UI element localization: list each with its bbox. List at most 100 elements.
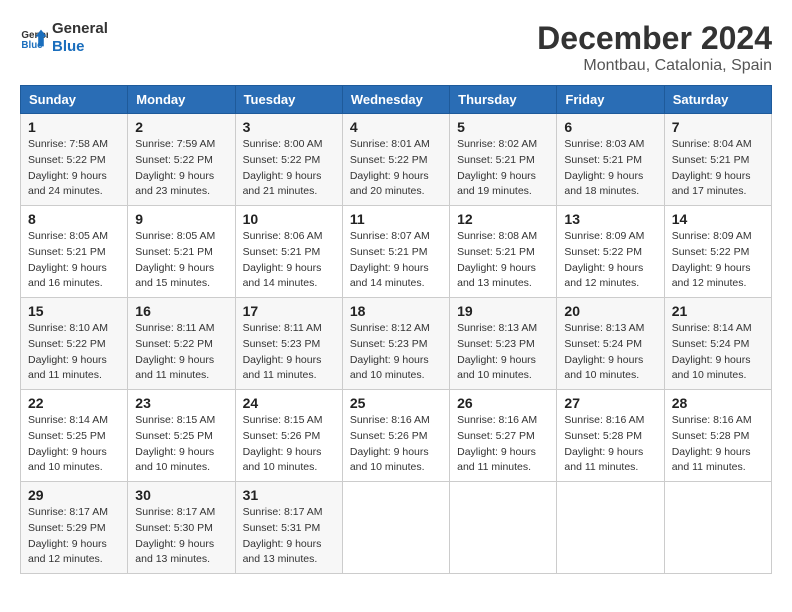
day-info: Sunrise: 8:16 AMSunset: 5:26 PMDaylight:… xyxy=(350,414,430,473)
day-info: Sunrise: 8:05 AMSunset: 5:21 PMDaylight:… xyxy=(135,230,215,289)
header: General Blue General Blue December 2024 … xyxy=(20,20,772,75)
col-thursday: Thursday xyxy=(450,86,557,114)
day-number: 23 xyxy=(135,395,227,411)
table-row: 11 Sunrise: 8:07 AMSunset: 5:21 PMDaylig… xyxy=(342,206,449,298)
table-row: 18 Sunrise: 8:12 AMSunset: 5:23 PMDaylig… xyxy=(342,298,449,390)
day-number: 7 xyxy=(672,119,764,135)
logo-icon: General Blue xyxy=(20,24,48,52)
day-info: Sunrise: 8:11 AMSunset: 5:23 PMDaylight:… xyxy=(243,322,322,381)
table-row: 15 Sunrise: 8:10 AMSunset: 5:22 PMDaylig… xyxy=(21,298,128,390)
col-friday: Friday xyxy=(557,86,664,114)
table-row: 1 Sunrise: 7:58 AMSunset: 5:22 PMDayligh… xyxy=(21,114,128,206)
table-row: 21 Sunrise: 8:14 AMSunset: 5:24 PMDaylig… xyxy=(664,298,771,390)
table-row: 23 Sunrise: 8:15 AMSunset: 5:25 PMDaylig… xyxy=(128,390,235,482)
day-number: 14 xyxy=(672,211,764,227)
table-row: 2 Sunrise: 7:59 AMSunset: 5:22 PMDayligh… xyxy=(128,114,235,206)
table-row: 6 Sunrise: 8:03 AMSunset: 5:21 PMDayligh… xyxy=(557,114,664,206)
table-row: 19 Sunrise: 8:13 AMSunset: 5:23 PMDaylig… xyxy=(450,298,557,390)
logo-line2: Blue xyxy=(52,38,108,56)
day-number: 10 xyxy=(243,211,335,227)
day-number: 16 xyxy=(135,303,227,319)
day-info: Sunrise: 8:06 AMSunset: 5:21 PMDaylight:… xyxy=(243,230,323,289)
day-info: Sunrise: 8:00 AMSunset: 5:22 PMDaylight:… xyxy=(243,138,323,197)
logo-line1: General xyxy=(52,20,108,38)
day-info: Sunrise: 8:09 AMSunset: 5:22 PMDaylight:… xyxy=(564,230,644,289)
day-info: Sunrise: 8:01 AMSunset: 5:22 PMDaylight:… xyxy=(350,138,430,197)
day-number: 24 xyxy=(243,395,335,411)
day-number: 12 xyxy=(457,211,549,227)
day-number: 8 xyxy=(28,211,120,227)
col-wednesday: Wednesday xyxy=(342,86,449,114)
day-info: Sunrise: 8:07 AMSunset: 5:21 PMDaylight:… xyxy=(350,230,430,289)
day-number: 3 xyxy=(243,119,335,135)
table-row xyxy=(342,482,449,574)
day-number: 18 xyxy=(350,303,442,319)
title-area: December 2024 Montbau, Catalonia, Spain xyxy=(537,20,772,75)
calendar-week-3: 15 Sunrise: 8:10 AMSunset: 5:22 PMDaylig… xyxy=(21,298,772,390)
col-sunday: Sunday xyxy=(21,86,128,114)
day-info: Sunrise: 8:11 AMSunset: 5:22 PMDaylight:… xyxy=(135,322,214,381)
day-number: 26 xyxy=(457,395,549,411)
table-row: 5 Sunrise: 8:02 AMSunset: 5:21 PMDayligh… xyxy=(450,114,557,206)
table-row: 14 Sunrise: 8:09 AMSunset: 5:22 PMDaylig… xyxy=(664,206,771,298)
table-row: 10 Sunrise: 8:06 AMSunset: 5:21 PMDaylig… xyxy=(235,206,342,298)
table-row: 17 Sunrise: 8:11 AMSunset: 5:23 PMDaylig… xyxy=(235,298,342,390)
day-number: 31 xyxy=(243,487,335,503)
table-row: 31 Sunrise: 8:17 AMSunset: 5:31 PMDaylig… xyxy=(235,482,342,574)
day-info: Sunrise: 8:17 AMSunset: 5:31 PMDaylight:… xyxy=(243,506,323,565)
day-info: Sunrise: 8:03 AMSunset: 5:21 PMDaylight:… xyxy=(564,138,644,197)
table-row: 7 Sunrise: 8:04 AMSunset: 5:21 PMDayligh… xyxy=(664,114,771,206)
table-row: 22 Sunrise: 8:14 AMSunset: 5:25 PMDaylig… xyxy=(21,390,128,482)
table-row: 27 Sunrise: 8:16 AMSunset: 5:28 PMDaylig… xyxy=(557,390,664,482)
table-row: 16 Sunrise: 8:11 AMSunset: 5:22 PMDaylig… xyxy=(128,298,235,390)
table-row: 8 Sunrise: 8:05 AMSunset: 5:21 PMDayligh… xyxy=(21,206,128,298)
day-number: 22 xyxy=(28,395,120,411)
day-info: Sunrise: 8:16 AMSunset: 5:28 PMDaylight:… xyxy=(564,414,644,473)
col-saturday: Saturday xyxy=(664,86,771,114)
table-row: 13 Sunrise: 8:09 AMSunset: 5:22 PMDaylig… xyxy=(557,206,664,298)
day-info: Sunrise: 8:15 AMSunset: 5:25 PMDaylight:… xyxy=(135,414,215,473)
day-number: 9 xyxy=(135,211,227,227)
table-row: 20 Sunrise: 8:13 AMSunset: 5:24 PMDaylig… xyxy=(557,298,664,390)
table-row xyxy=(557,482,664,574)
table-row xyxy=(664,482,771,574)
day-info: Sunrise: 8:15 AMSunset: 5:26 PMDaylight:… xyxy=(243,414,323,473)
calendar-week-5: 29 Sunrise: 8:17 AMSunset: 5:29 PMDaylig… xyxy=(21,482,772,574)
table-row xyxy=(450,482,557,574)
day-number: 17 xyxy=(243,303,335,319)
table-row: 26 Sunrise: 8:16 AMSunset: 5:27 PMDaylig… xyxy=(450,390,557,482)
day-info: Sunrise: 7:58 AMSunset: 5:22 PMDaylight:… xyxy=(28,138,108,197)
day-number: 19 xyxy=(457,303,549,319)
table-row: 24 Sunrise: 8:15 AMSunset: 5:26 PMDaylig… xyxy=(235,390,342,482)
day-number: 21 xyxy=(672,303,764,319)
day-number: 4 xyxy=(350,119,442,135)
table-row: 28 Sunrise: 8:16 AMSunset: 5:28 PMDaylig… xyxy=(664,390,771,482)
day-info: Sunrise: 8:13 AMSunset: 5:23 PMDaylight:… xyxy=(457,322,537,381)
day-number: 2 xyxy=(135,119,227,135)
day-number: 13 xyxy=(564,211,656,227)
day-info: Sunrise: 8:05 AMSunset: 5:21 PMDaylight:… xyxy=(28,230,108,289)
day-number: 1 xyxy=(28,119,120,135)
day-number: 29 xyxy=(28,487,120,503)
day-number: 5 xyxy=(457,119,549,135)
table-row: 30 Sunrise: 8:17 AMSunset: 5:30 PMDaylig… xyxy=(128,482,235,574)
day-info: Sunrise: 8:04 AMSunset: 5:21 PMDaylight:… xyxy=(672,138,752,197)
calendar-week-1: 1 Sunrise: 7:58 AMSunset: 5:22 PMDayligh… xyxy=(21,114,772,206)
day-info: Sunrise: 8:12 AMSunset: 5:23 PMDaylight:… xyxy=(350,322,430,381)
table-row: 3 Sunrise: 8:00 AMSunset: 5:22 PMDayligh… xyxy=(235,114,342,206)
header-row: Sunday Monday Tuesday Wednesday Thursday… xyxy=(21,86,772,114)
table-row: 12 Sunrise: 8:08 AMSunset: 5:21 PMDaylig… xyxy=(450,206,557,298)
table-row: 9 Sunrise: 8:05 AMSunset: 5:21 PMDayligh… xyxy=(128,206,235,298)
page-subtitle: Montbau, Catalonia, Spain xyxy=(537,57,772,75)
day-info: Sunrise: 8:17 AMSunset: 5:30 PMDaylight:… xyxy=(135,506,215,565)
day-number: 6 xyxy=(564,119,656,135)
day-info: Sunrise: 8:14 AMSunset: 5:25 PMDaylight:… xyxy=(28,414,108,473)
page-title: December 2024 xyxy=(537,20,772,57)
table-row: 29 Sunrise: 8:17 AMSunset: 5:29 PMDaylig… xyxy=(21,482,128,574)
day-number: 28 xyxy=(672,395,764,411)
calendar-week-2: 8 Sunrise: 8:05 AMSunset: 5:21 PMDayligh… xyxy=(21,206,772,298)
day-info: Sunrise: 8:08 AMSunset: 5:21 PMDaylight:… xyxy=(457,230,537,289)
day-info: Sunrise: 8:09 AMSunset: 5:22 PMDaylight:… xyxy=(672,230,752,289)
day-number: 15 xyxy=(28,303,120,319)
table-row: 25 Sunrise: 8:16 AMSunset: 5:26 PMDaylig… xyxy=(342,390,449,482)
